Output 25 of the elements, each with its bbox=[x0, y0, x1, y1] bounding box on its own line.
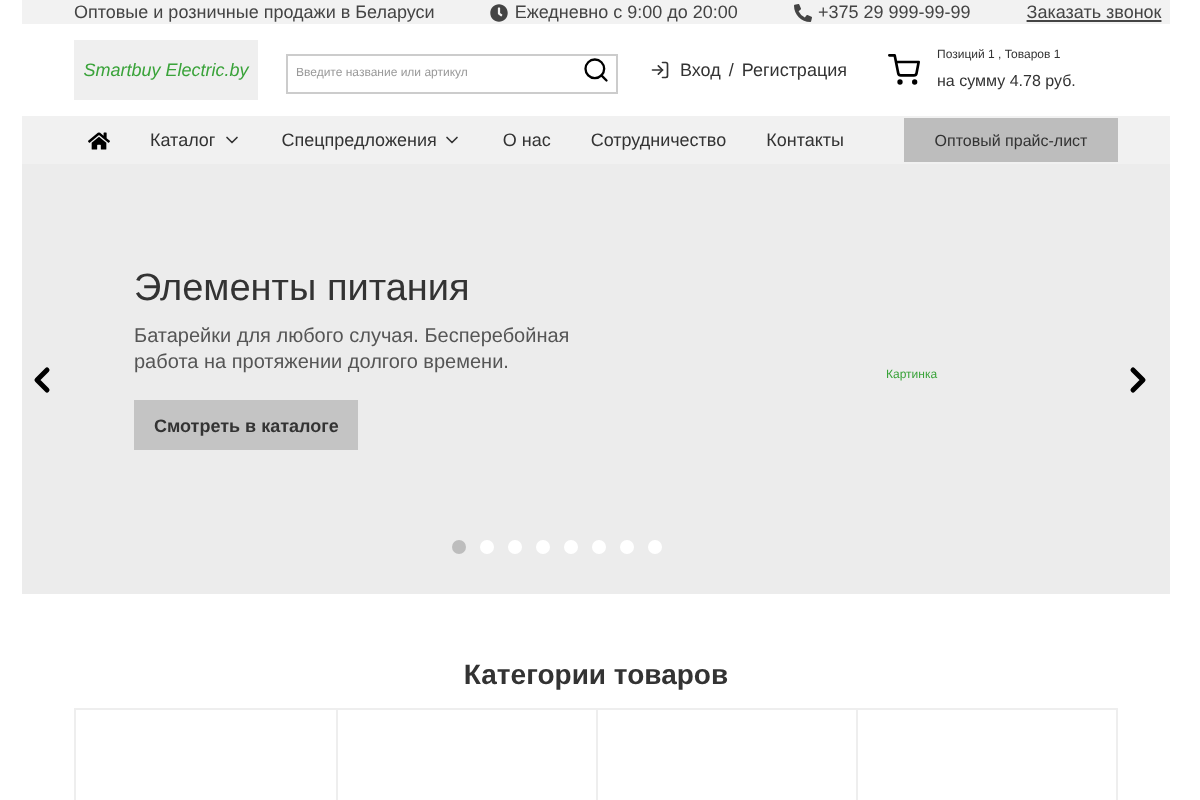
login-icon bbox=[650, 60, 670, 80]
callback-link[interactable]: Заказать звонок bbox=[1026, 2, 1162, 22]
cart-total: на сумму 4.78 руб. bbox=[937, 72, 1076, 90]
phone-text: +375 29 999-99-99 bbox=[793, 2, 971, 22]
clock-icon bbox=[490, 3, 509, 21]
phone-icon bbox=[793, 3, 812, 21]
slider-dot[interactable] bbox=[451, 540, 465, 554]
catalog-button[interactable]: Смотреть в каталоге bbox=[134, 400, 359, 450]
search-icon[interactable] bbox=[582, 56, 610, 84]
cart-icon[interactable] bbox=[887, 54, 920, 86]
hours-text: Ежедневно с 9:00 до 20:00 bbox=[490, 2, 738, 22]
register-link[interactable]: Регистрация bbox=[741, 60, 848, 80]
nav-item[interactable]: Каталог bbox=[150, 130, 242, 150]
nav-item[interactable]: Сотрудничество bbox=[590, 130, 727, 150]
tagline: Оптовые и розничные продажи в Беларуси bbox=[74, 2, 435, 22]
nav-item[interactable]: О нас bbox=[502, 130, 551, 150]
section-title: Категории товаров bbox=[461, 658, 731, 690]
nav-item[interactable]: Спецпредложения bbox=[281, 130, 463, 150]
nav-item[interactable]: Контакты bbox=[766, 130, 844, 150]
separator: / bbox=[728, 60, 734, 80]
home-icon[interactable] bbox=[88, 129, 110, 151]
hero-description: Батарейки для любого случая. Бесперебойная работа на протяжении долгого времени. bbox=[134, 324, 572, 376]
price-list-button[interactable]: Оптовый прайс-лист bbox=[904, 118, 1118, 162]
login-link[interactable]: Вход bbox=[650, 60, 721, 80]
hero-title: Элементы питания bbox=[134, 268, 470, 312]
